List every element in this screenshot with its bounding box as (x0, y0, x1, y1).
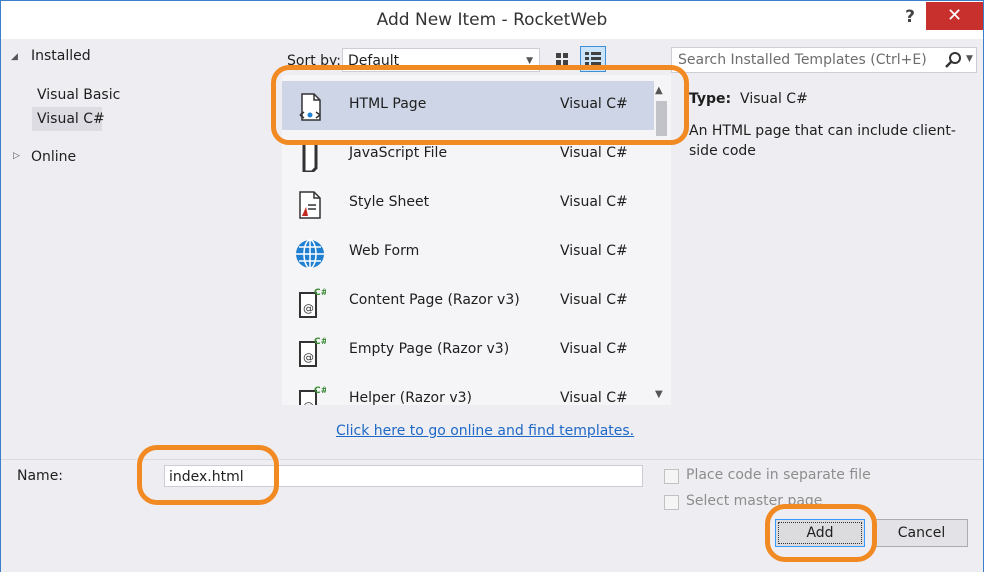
cancel-button[interactable]: Cancel (875, 519, 968, 547)
template-name: Empty Page (Razor v3) (349, 341, 510, 357)
template-row-empty-page[interactable]: @ C# Empty Page (Razor v3) Visual C# (282, 326, 654, 375)
template-name: Style Sheet (349, 194, 430, 210)
close-button[interactable]: ✕ (926, 2, 983, 30)
template-language: Visual C# (560, 341, 628, 357)
template-language: Visual C# (560, 243, 628, 259)
svg-text:@: @ (303, 400, 314, 405)
razor-page-icon: @ C# (299, 288, 326, 318)
svg-text:@: @ (303, 302, 314, 315)
template-name: JavaScript File (349, 145, 448, 161)
place-code-separate-checkbox[interactable] (664, 469, 679, 484)
svg-text:C#: C# (314, 337, 326, 347)
scroll-down-arrow-icon[interactable]: ▼ (655, 389, 663, 400)
svg-text:C#: C# (314, 288, 326, 298)
add-new-item-dialog: Add New Item - RocketWeb ? ✕ ◢ Installed… (0, 0, 984, 572)
highlight-add-button (765, 504, 877, 562)
template-language: Visual C# (560, 292, 628, 308)
template-name: Content Page (Razor v3) (349, 292, 520, 308)
template-name: Web Form (349, 243, 420, 259)
chevron-down-icon[interactable]: ▼ (966, 54, 973, 64)
title-bar: Add New Item - RocketWeb ? ✕ (1, 1, 983, 39)
expanded-arrow-icon[interactable]: ◢ (11, 52, 18, 62)
template-language: Visual C# (560, 145, 628, 161)
template-row-content-page[interactable]: @ C# Content Page (Razor v3) Visual C# (282, 277, 654, 326)
type-label: Type: (689, 91, 732, 107)
tree-node-visual-csharp[interactable]: Visual C# (37, 111, 105, 127)
tree-node-online[interactable]: Online (31, 149, 76, 165)
template-row-style-sheet[interactable]: Style Sheet Visual C# (282, 179, 654, 228)
search-placeholder: Search Installed Templates (Ctrl+E) (678, 52, 927, 68)
name-label: Name: (17, 468, 64, 484)
collapsed-arrow-icon[interactable]: ▷ (13, 151, 20, 161)
template-description: An HTML page that can include client-sid… (689, 123, 956, 159)
razor-page-icon: @ C# (299, 386, 326, 405)
highlight-name-field (137, 445, 279, 505)
globe-icon (296, 239, 324, 269)
window-title: Add New Item - RocketWeb (376, 10, 608, 30)
template-row-helper[interactable]: @ C# Helper (Razor v3) Visual C# (282, 375, 654, 405)
place-code-separate-label: Place code in separate file (686, 467, 871, 483)
razor-page-icon: @ C# (299, 337, 326, 367)
search-icon[interactable] (944, 51, 962, 69)
template-row-web-form[interactable]: Web Form Visual C# (282, 228, 654, 277)
svg-text:@: @ (303, 351, 314, 364)
template-name: Helper (Razor v3) (349, 390, 472, 405)
style-sheet-icon (299, 191, 321, 219)
template-type: Type: Visual C# (689, 91, 808, 107)
tree-node-visual-basic[interactable]: Visual Basic (37, 87, 120, 103)
search-templates-input[interactable]: Search Installed Templates (Ctrl+E) ▼ (671, 47, 977, 73)
template-language: Visual C# (560, 194, 628, 210)
help-button[interactable]: ? (896, 5, 924, 29)
select-master-page-checkbox[interactable] (664, 495, 679, 510)
find-templates-online-link[interactable]: Click here to go online and find templat… (336, 423, 634, 439)
svg-text:C#: C# (314, 386, 326, 396)
template-language: Visual C# (560, 390, 628, 405)
tree-node-installed[interactable]: Installed (31, 48, 91, 64)
highlight-html-page (271, 65, 689, 145)
type-value: Visual C# (740, 91, 808, 107)
